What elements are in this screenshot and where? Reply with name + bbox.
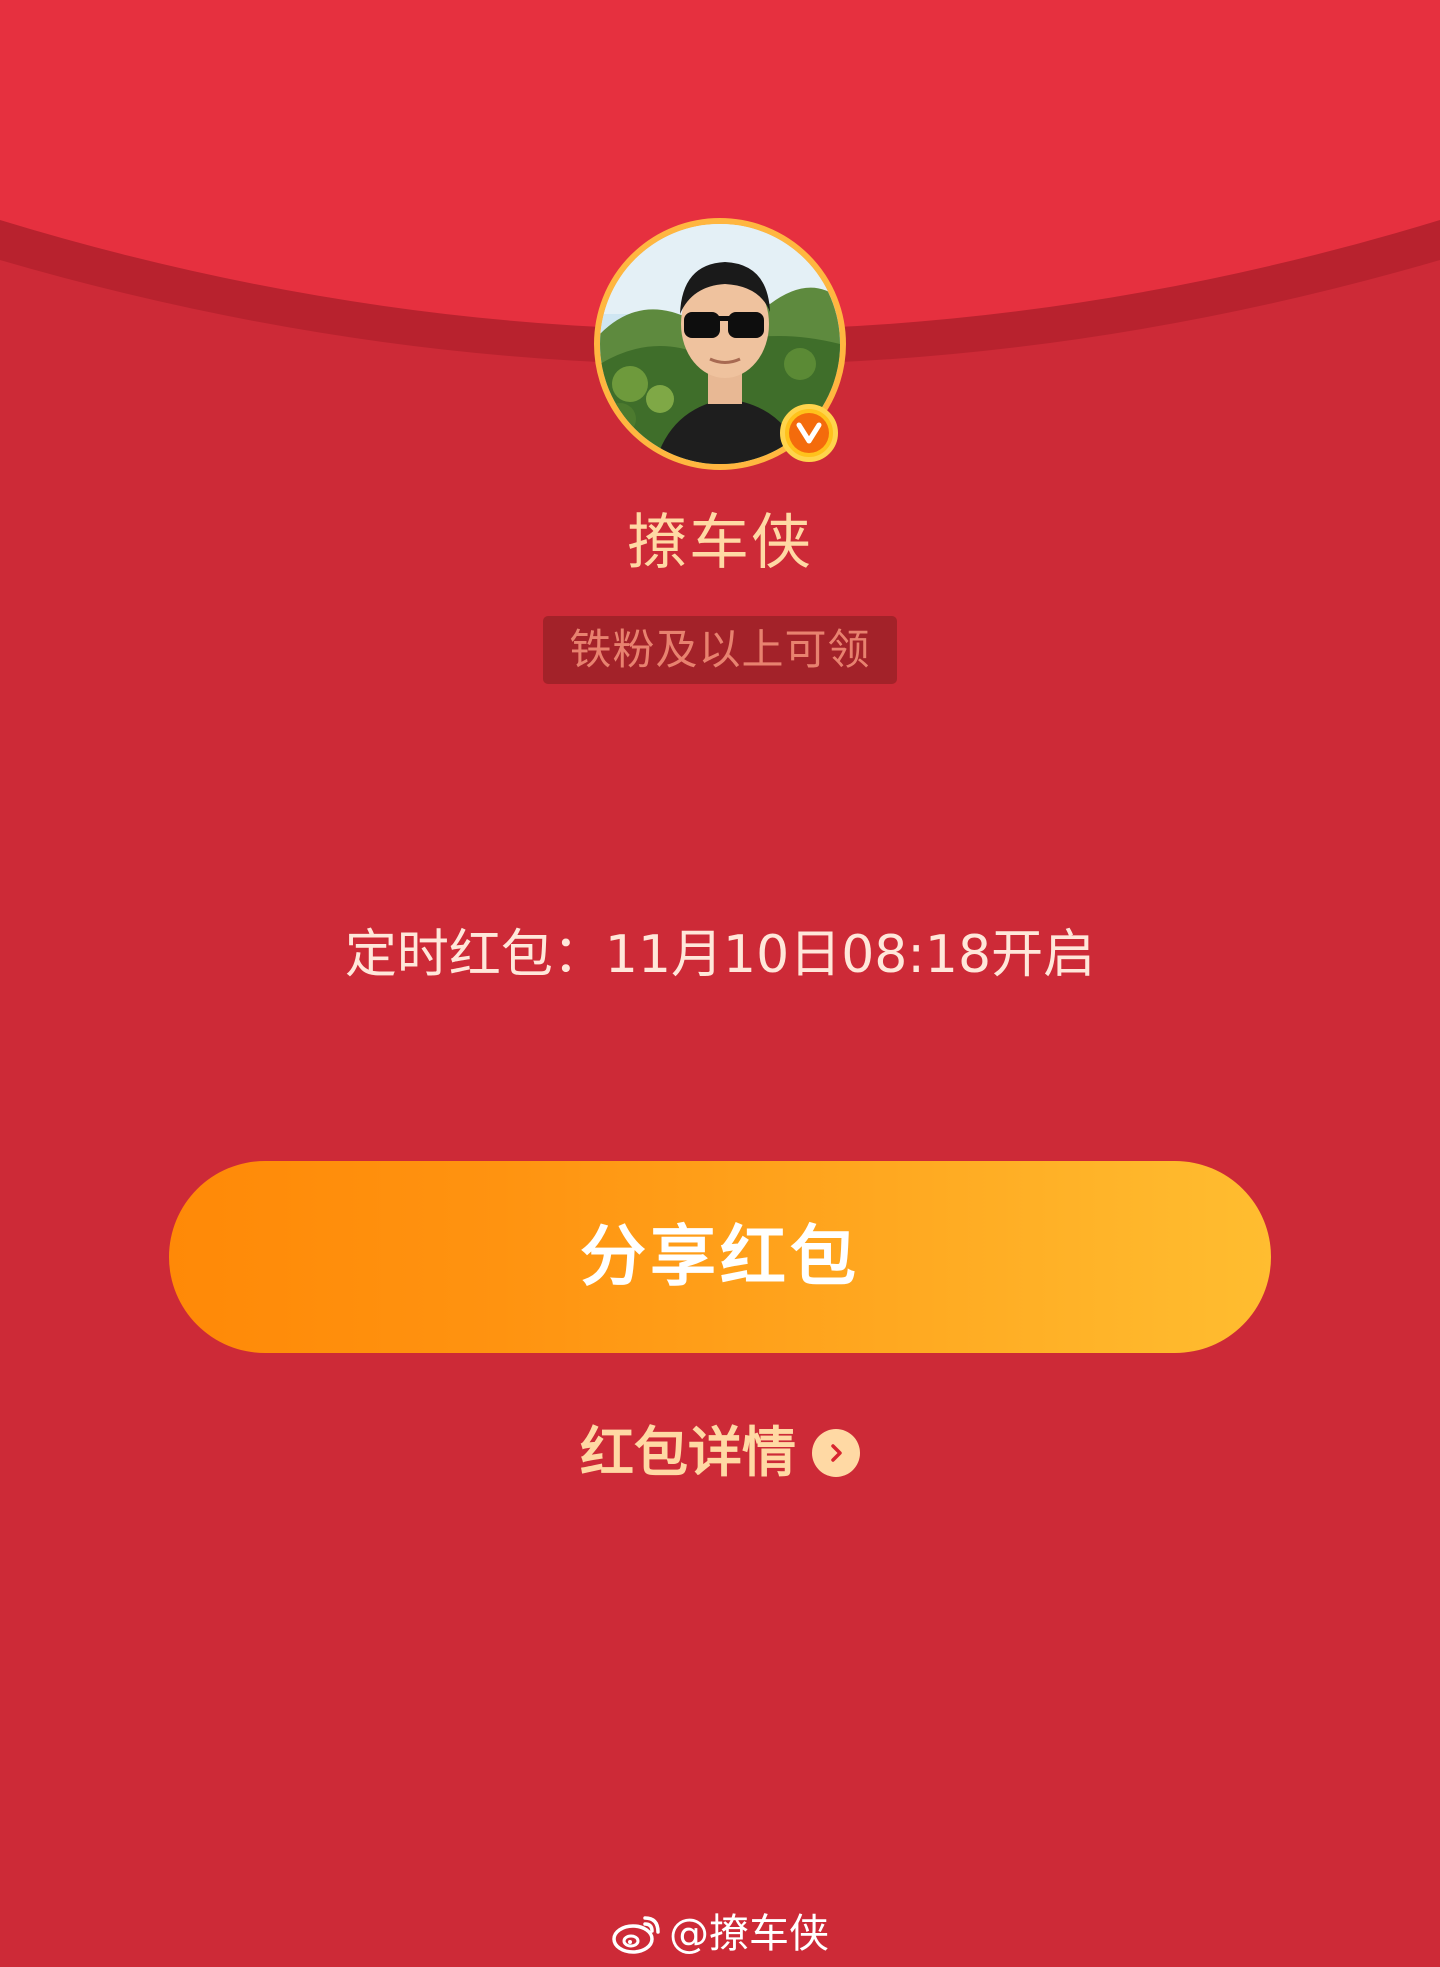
weibo-watermark: @撩车侠 bbox=[0, 1906, 1440, 1962]
timed-red-packet-text: 定时红包：11月10日08:18开启 bbox=[344, 925, 1096, 985]
eligibility-badge: 铁粉及以上可领 bbox=[543, 616, 897, 684]
details-label: 红包详情 bbox=[580, 1421, 796, 1484]
sender-name: 撩车侠 bbox=[627, 508, 813, 578]
watermark-text: @撩车侠 bbox=[669, 1911, 829, 1957]
red-packet-details-link[interactable]: 红包详情 bbox=[0, 1418, 1440, 1488]
weibo-logo-icon bbox=[612, 1916, 660, 1954]
chevron-right-icon bbox=[812, 1429, 860, 1477]
verified-v-icon bbox=[780, 404, 838, 462]
avatar-container[interactable] bbox=[594, 218, 846, 470]
share-red-packet-button[interactable]: 分享红包 bbox=[169, 1161, 1271, 1353]
